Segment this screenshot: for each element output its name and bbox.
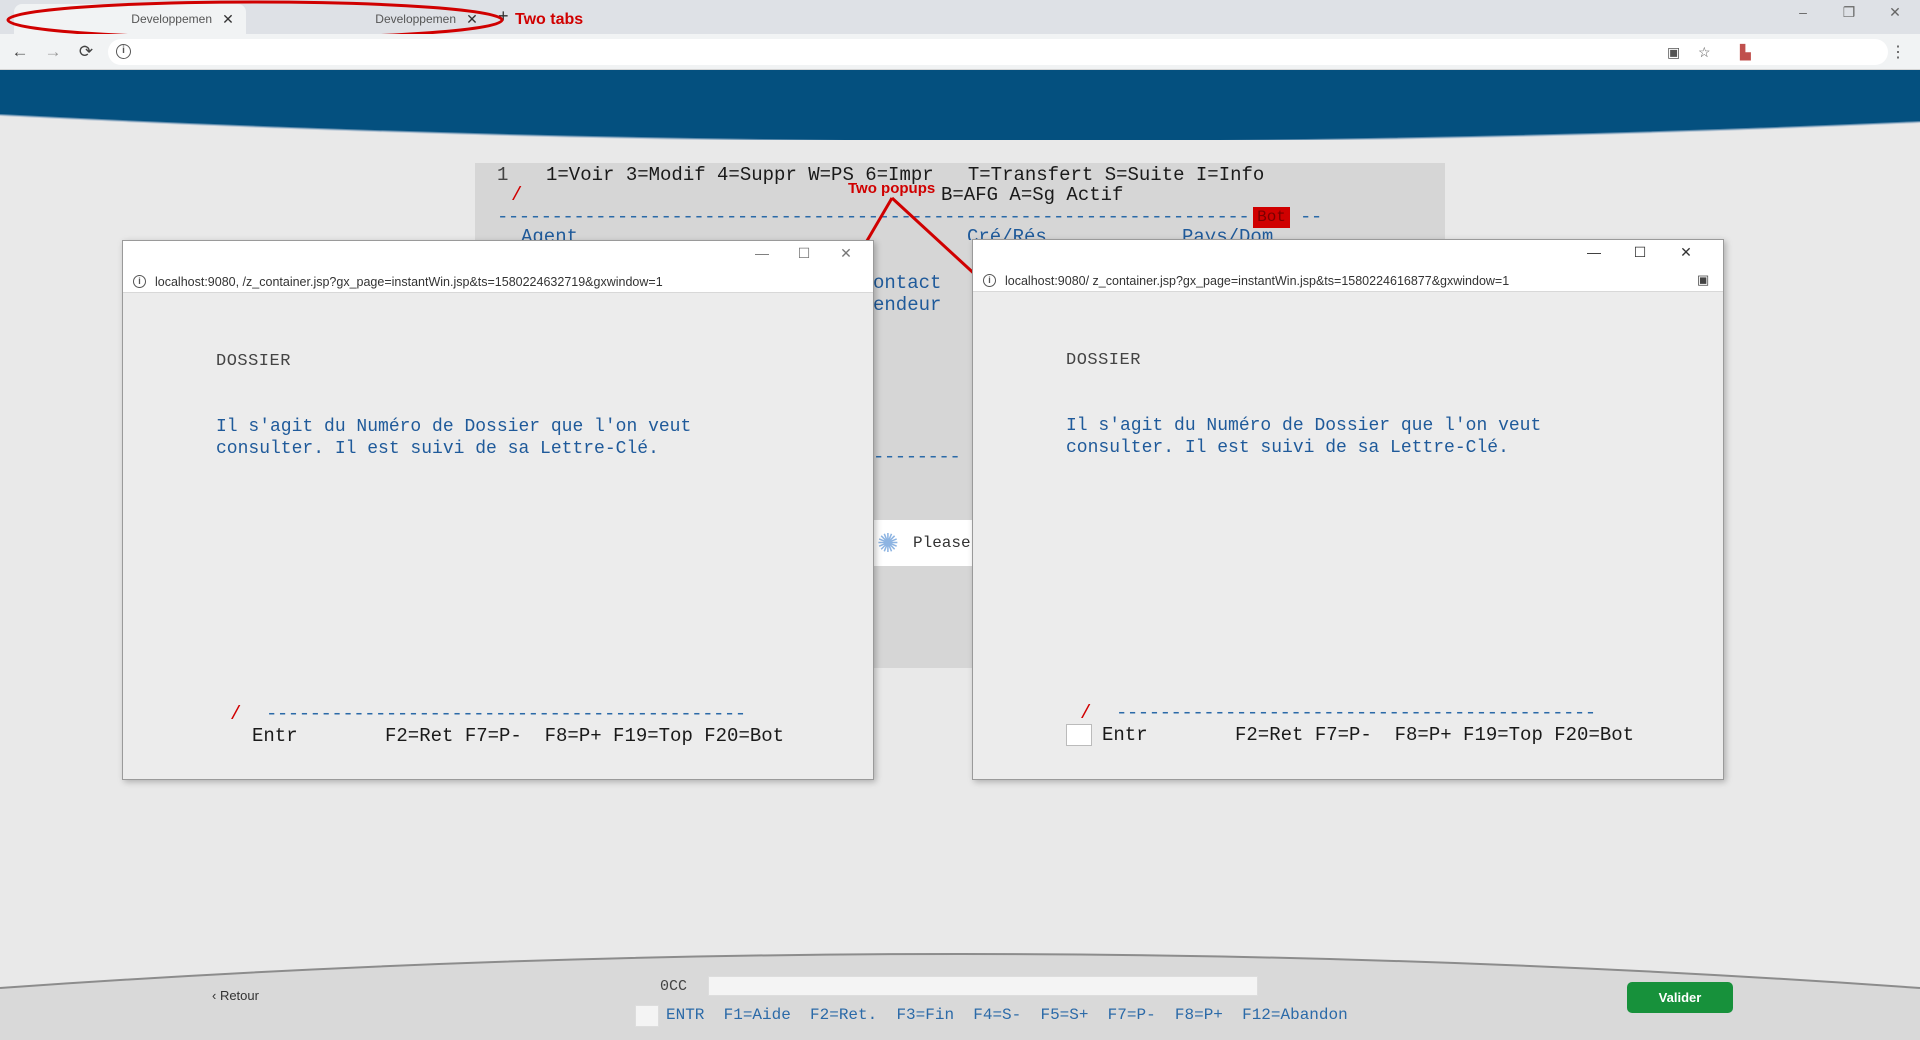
cursor-slash: /	[230, 703, 242, 725]
close-window-button[interactable]: ✕	[1872, 4, 1918, 28]
help-text-line-2: consulter. Il est suivi de sa Lettre-Clé…	[1066, 438, 1509, 458]
info-icon: i	[133, 275, 146, 288]
back-link[interactable]: ‹ Retour	[212, 988, 259, 1003]
popup-titlebar: — ☐ ✕	[973, 240, 1723, 270]
entr-label: Entr	[252, 725, 298, 747]
bot-badge: Bot	[1253, 207, 1290, 228]
reload-icon[interactable]: ⟳	[74, 40, 98, 64]
popup-url-bar[interactable]: i localhost:9080/ z_container.jsp?gx_pag…	[973, 270, 1723, 292]
occ-input[interactable]	[708, 976, 1258, 996]
entr-label: Entr	[1102, 724, 1148, 746]
function-key-bar: ENTR F1=Aide F2=Ret. F3=Fin F4=S- F5=S+ …	[666, 1006, 1348, 1024]
info-icon[interactable]: i	[116, 44, 131, 59]
annotation-two-tabs: Two tabs	[515, 11, 584, 28]
address-bar[interactable]: i	[108, 39, 1888, 65]
popup-titlebar: — ☐ ✕	[123, 241, 873, 271]
validate-button[interactable]: Valider	[1627, 982, 1733, 1013]
minimize-window-button[interactable]: –	[1780, 4, 1826, 28]
popup-window-right: — ☐ ✕ i localhost:9080/ z_container.jsp?…	[972, 239, 1724, 780]
minimize-icon[interactable]: —	[747, 245, 777, 267]
back-arrow-icon[interactable]: ←	[8, 40, 32, 64]
spinner-icon: ✺	[877, 528, 899, 558]
minimize-icon[interactable]: —	[1579, 244, 1609, 266]
separator-tail: --	[1300, 206, 1322, 228]
clipboard-icon[interactable]: ▣	[1697, 272, 1709, 288]
clipboard-icon[interactable]: ▣	[1667, 44, 1680, 61]
command-input[interactable]	[635, 1005, 659, 1027]
entr-input[interactable]	[1066, 724, 1092, 746]
popup-url-bar[interactable]: i localhost:9080, /z_container.jsp?gx_pa…	[123, 271, 873, 293]
line-number: 1	[497, 164, 509, 186]
cursor-slash: /	[511, 184, 523, 206]
help-heading: DOSSIER	[216, 352, 291, 371]
browser-toolbar: ← → ⟳ i ▣ ☆ ▙ ⋮	[0, 34, 1920, 70]
restore-window-button[interactable]: ❐	[1826, 4, 1872, 28]
help-text-line-1: Il s'agit du Numéro de Dossier que l'on …	[216, 417, 692, 437]
entr-input[interactable]	[216, 725, 242, 747]
mid-separator: --------	[873, 446, 961, 468]
loading-indicator: ✺ Please	[873, 520, 973, 566]
popup-url: localhost:9080, /z_container.jsp?gx_page…	[155, 275, 663, 289]
popup-function-keys: F2=Ret F7=P- F8=P+ F19=Top F20=Bot	[1235, 724, 1635, 746]
help-text-line-1: Il s'agit du Numéro de Dossier que l'on …	[1066, 416, 1542, 436]
forward-arrow-icon[interactable]: →	[41, 40, 65, 64]
loading-text: Please	[913, 534, 971, 552]
popup-window-left: — ☐ ✕ i localhost:9080, /z_container.jsp…	[122, 240, 874, 780]
menu-icon[interactable]: ⋮	[1890, 42, 1906, 62]
maximize-icon[interactable]: ☐	[789, 245, 819, 267]
app-header-banner	[0, 70, 1920, 140]
help-text-line-2: consulter. Il est suivi de sa Lettre-Clé…	[216, 439, 659, 459]
help-heading: DOSSIER	[1066, 351, 1141, 370]
column-pays-dom: Pays/Dom	[1182, 226, 1274, 240]
column-agent: Agent	[521, 226, 579, 240]
popup-function-keys: F2=Ret F7=P- F8=P+ F19=Top F20=Bot	[385, 725, 785, 747]
popup-url: localhost:9080/ z_container.jsp?gx_page=…	[1005, 274, 1510, 288]
close-icon[interactable]: ✕	[1671, 244, 1701, 266]
info-icon: i	[983, 274, 996, 287]
close-icon[interactable]: ✕	[831, 245, 861, 267]
pdf-icon[interactable]: ▙	[1740, 44, 1751, 61]
cursor-slash: /	[1080, 702, 1092, 724]
popup-separator: ----------------------------------------…	[266, 703, 746, 725]
star-icon[interactable]: ☆	[1698, 44, 1711, 61]
occ-label: 0CC	[660, 978, 688, 995]
maximize-icon[interactable]: ☐	[1625, 244, 1655, 266]
popup-separator: ----------------------------------------…	[1116, 702, 1596, 724]
